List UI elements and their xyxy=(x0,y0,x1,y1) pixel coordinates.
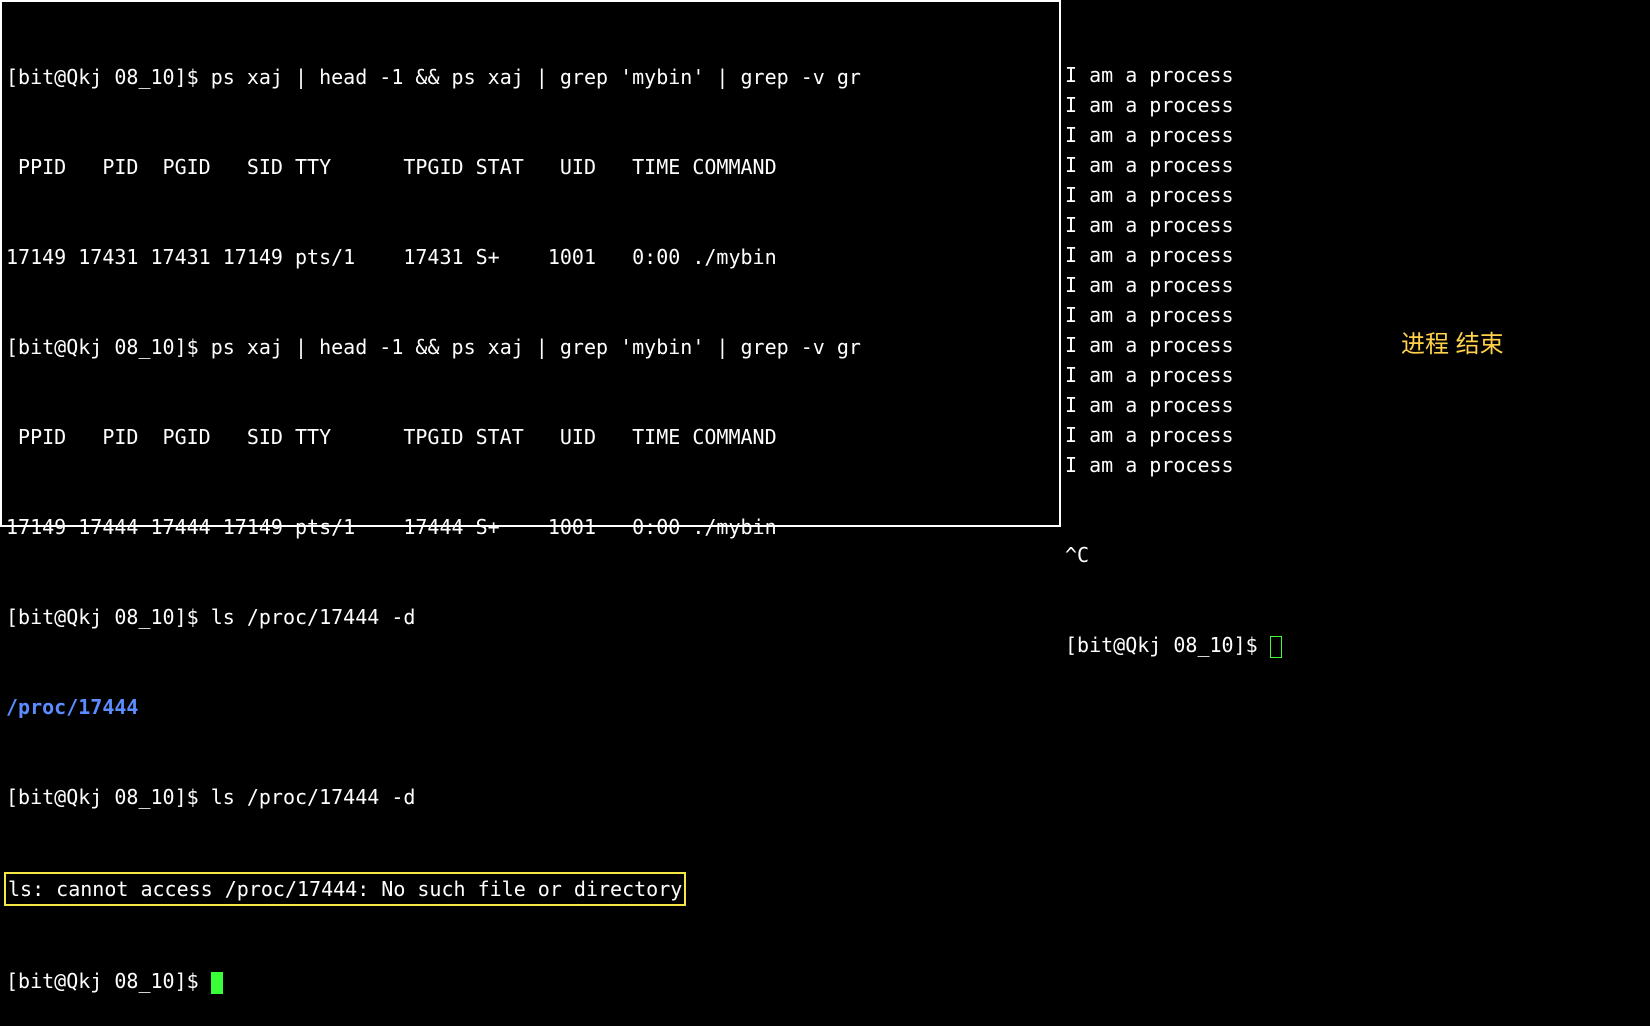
process-output-line: I am a process xyxy=(1065,390,1646,420)
process-output-line: I am a process xyxy=(1065,330,1646,360)
process-output-line: I am a process xyxy=(1065,210,1646,240)
command-text: ps xaj | head -1 && ps xaj | grep 'mybin… xyxy=(211,335,861,359)
ps-header: PPID PID PGID SID TTY TPGID STAT UID TIM… xyxy=(6,152,1055,182)
process-output-line: I am a process xyxy=(1065,60,1646,90)
shell-prompt: [bit@Qkj 08_10]$ xyxy=(6,785,211,809)
process-output-line: I am a process xyxy=(1065,150,1646,180)
process-output-line: I am a process xyxy=(1065,90,1646,120)
ps-header: PPID PID PGID SID TTY TPGID STAT UID TIM… xyxy=(6,422,1055,452)
shell-prompt: [bit@Qkj 08_10]$ xyxy=(6,605,211,629)
ps-row: 17149 17444 17444 17149 pts/1 17444 S+ 1… xyxy=(6,512,1055,542)
cursor-hollow-icon xyxy=(1270,636,1282,658)
command-text: ls /proc/17444 -d xyxy=(211,785,416,809)
process-output-line: I am a process xyxy=(1065,420,1646,450)
process-output-line: I am a process xyxy=(1065,120,1646,150)
terminal-line: ls: cannot access /proc/17444: No such f… xyxy=(6,872,1055,906)
interrupt-signal: ^C xyxy=(1065,540,1646,570)
cursor-icon xyxy=(211,972,223,994)
process-output-line: I am a process xyxy=(1065,240,1646,270)
process-output-line: I am a process xyxy=(1065,180,1646,210)
ps-row: 17149 17431 17431 17149 pts/1 17431 S+ 1… xyxy=(6,242,1055,272)
shell-prompt: [bit@Qkj 08_10]$ xyxy=(6,969,211,993)
command-text: ls /proc/17444 -d xyxy=(211,605,416,629)
shell-prompt: [bit@Qkj 08_10]$ xyxy=(6,65,211,89)
annotation-label: 进程 结束 xyxy=(1401,330,1504,360)
terminal-line: [bit@Qkj 08_10]$ ps xaj | head -1 && ps … xyxy=(6,332,1055,362)
terminal-line: [bit@Qkj 08_10]$ ls /proc/17444 -d xyxy=(6,602,1055,632)
ls-output-path: /proc/17444 xyxy=(6,692,1055,722)
process-output-line: I am a process xyxy=(1065,270,1646,300)
process-output-line: I am a process xyxy=(1065,450,1646,480)
process-output-line: I am a process xyxy=(1065,360,1646,390)
command-text: ps xaj | head -1 && ps xaj | grep 'mybin… xyxy=(211,65,861,89)
shell-prompt: [bit@Qkj 08_10]$ xyxy=(1065,633,1270,657)
shell-prompt: [bit@Qkj 08_10]$ xyxy=(6,335,211,359)
process-output-line: I am a process xyxy=(1065,300,1646,330)
error-highlight-box: ls: cannot access /proc/17444: No such f… xyxy=(4,872,686,906)
left-terminal-pane[interactable]: [bit@Qkj 08_10]$ ps xaj | head -1 && ps … xyxy=(0,0,1061,527)
terminal-line: [bit@Qkj 08_10]$ xyxy=(1065,630,1646,660)
terminal-line: [bit@Qkj 08_10]$ ls /proc/17444 -d xyxy=(6,782,1055,812)
right-terminal-pane[interactable]: I am a processI am a processI am a proce… xyxy=(1061,0,1650,527)
terminal-line: [bit@Qkj 08_10]$ ps xaj | head -1 && ps … xyxy=(6,62,1055,92)
process-output-block: I am a processI am a processI am a proce… xyxy=(1065,60,1646,480)
terminal-line: [bit@Qkj 08_10]$ xyxy=(6,966,1055,996)
